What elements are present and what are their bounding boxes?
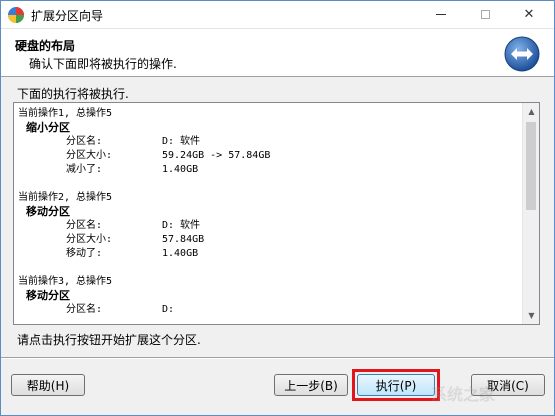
detail-value: D: 软件 xyxy=(162,220,201,231)
back-button[interactable]: 上一步(B) xyxy=(274,374,348,396)
detail-value: D: 软件 xyxy=(162,136,201,147)
operation-header: 当前操作1, 总操作5 xyxy=(18,108,113,119)
operation-detail-row: 减小了: 1.40GB xyxy=(18,163,522,177)
detail-value: 57.84GB xyxy=(162,234,205,245)
operation-header: 当前操作3, 总操作5 xyxy=(18,276,113,287)
operations-list[interactable]: 当前操作1, 总操作5 缩小分区 分区名: D: 软件 分区大小: 59.24GB -> … xyxy=(13,102,540,325)
operation-detail-row: 分区名: D: 软件 xyxy=(18,135,522,149)
scroll-down-icon[interactable]: ▼ xyxy=(523,307,540,324)
header-title: 硬盘的布局 xyxy=(15,39,76,53)
operation-name: 移动分区 xyxy=(26,205,70,218)
operation-name: 缩小分区 xyxy=(26,121,70,134)
detail-label: 分区名: xyxy=(66,220,103,231)
op-gap xyxy=(18,261,522,275)
operation-detail-row: 分区大小: 57.84GB xyxy=(18,233,522,247)
title-bar[interactable]: 扩展分区向导 ✕ xyxy=(1,1,554,29)
scroll-thumb[interactable] xyxy=(526,122,536,210)
maximize-button[interactable] xyxy=(463,1,507,28)
close-button[interactable]: ✕ xyxy=(507,1,551,28)
operation-name: 移动分区 xyxy=(26,289,70,302)
detail-label: 分区大小: xyxy=(66,234,113,245)
operation-detail-row: 移动了: 1.40GB xyxy=(18,247,522,261)
detail-value: 1.40GB xyxy=(162,248,199,259)
minimize-button[interactable] xyxy=(419,1,463,28)
scroll-up-icon[interactable]: ▲ xyxy=(523,103,540,120)
header-subtitle: 确认下面即将被执行的操作. xyxy=(29,57,177,71)
maximize-icon xyxy=(480,10,490,19)
operations-content: 当前操作1, 总操作5 缩小分区 分区名: D: 软件 分区大小: 59.24GB -> … xyxy=(14,103,522,324)
detail-label: 分区名: xyxy=(66,136,103,147)
detail-label: 分区名: xyxy=(66,304,103,315)
wizard-header: 硬盘的布局 确认下面即将被执行的操作. xyxy=(1,29,554,77)
operation-detail-row: 分区名: D: 软件 xyxy=(18,219,522,233)
operation-header: 当前操作2, 总操作5 xyxy=(18,192,113,203)
divider xyxy=(1,357,554,359)
watermark: 系统之家 xyxy=(431,385,496,404)
operation-detail-row: 分区大小: 59.24GB -> 57.84GB xyxy=(18,149,522,163)
help-button[interactable]: 帮助(H) xyxy=(11,374,85,396)
close-icon: ✕ xyxy=(523,7,535,22)
instruction-text: 请点击执行按钮开始扩展这个分区. xyxy=(17,333,201,347)
detail-value: D: xyxy=(162,304,175,315)
resize-arrows-icon xyxy=(504,36,540,72)
panel-title: 下面的执行将被执行. xyxy=(17,87,129,101)
minimize-icon xyxy=(436,14,446,15)
detail-label: 减小了: xyxy=(66,164,103,175)
vertical-scrollbar[interactable]: ▲ ▼ xyxy=(522,103,539,324)
execute-button[interactable]: 执行(P) xyxy=(357,374,435,396)
detail-label: 移动了: xyxy=(66,248,103,259)
partition-app-icon xyxy=(8,7,24,23)
op-gap xyxy=(18,177,522,191)
window-title: 扩展分区向导 xyxy=(31,9,104,23)
operation-detail-row: 分区名: D: xyxy=(18,303,522,317)
detail-value: 1.40GB xyxy=(162,164,199,175)
wizard-window: 扩展分区向导 ✕ 硬盘的布局 确认下面即将被执行的操作. 下面的执行将被执行. … xyxy=(0,0,555,416)
detail-value: 59.24GB -> 57.84GB xyxy=(162,150,271,161)
detail-label: 分区大小: xyxy=(66,150,113,161)
